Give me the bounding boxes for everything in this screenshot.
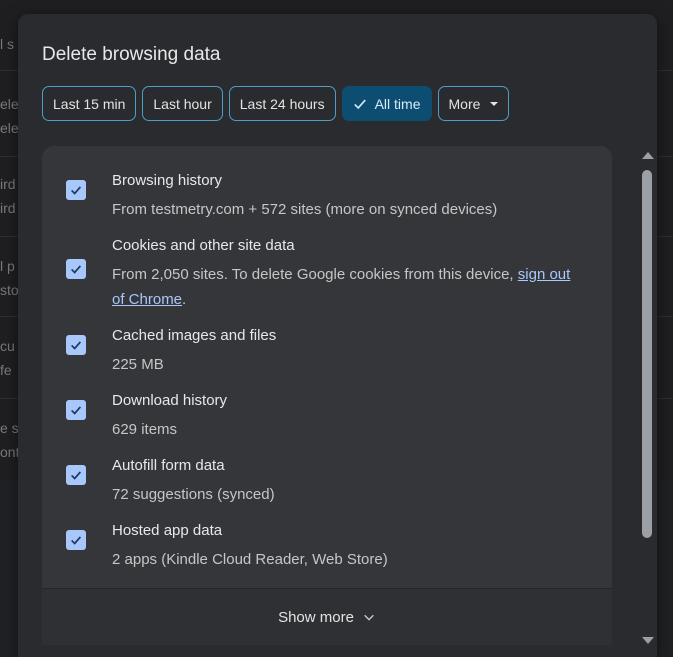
- chip-all-time[interactable]: All time: [341, 86, 432, 121]
- checkmark-icon: [71, 341, 82, 350]
- item-subtitle-end: .: [182, 291, 187, 308]
- item-title: Browsing history: [112, 172, 223, 189]
- checkmark-icon: [353, 99, 366, 109]
- background-text: ird: [0, 200, 16, 216]
- checkmark-icon: [71, 186, 82, 195]
- chip-label: More: [448, 95, 481, 112]
- download-history-checkbox[interactable]: [66, 400, 86, 420]
- browsing-history-checkbox[interactable]: [66, 180, 86, 200]
- chip-label: Last hour: [153, 95, 212, 112]
- chip-last-15-min[interactable]: Last 15 min: [42, 86, 137, 121]
- background-text: fe: [0, 362, 12, 378]
- cached-images-checkbox[interactable]: [66, 335, 86, 355]
- background-text: sto: [0, 282, 19, 298]
- item-subtitle-text: From 2,050 sites. To delete Google cooki…: [112, 266, 518, 283]
- background-text: ird: [0, 176, 16, 192]
- background-text: e s: [0, 420, 19, 436]
- checkmark-icon: [71, 536, 82, 545]
- item-subtitle: 2 apps (Kindle Cloud Reader, Web Store): [112, 551, 388, 568]
- autofill-checkbox[interactable]: [66, 465, 86, 485]
- background-text: cu: [0, 338, 15, 354]
- chip-more-dropdown[interactable]: More: [437, 86, 510, 121]
- chip-label: All time: [374, 95, 421, 112]
- item-subtitle: From testmetry.com + 572 sites (more on …: [112, 201, 498, 218]
- scroll-up-arrow-icon[interactable]: [642, 152, 654, 159]
- chip-last-hour[interactable]: Last hour: [142, 86, 223, 121]
- hosted-app-data-checkbox[interactable]: [66, 530, 86, 550]
- item-title: Cached images and files: [112, 327, 277, 344]
- item-subtitle: 72 suggestions (synced): [112, 486, 275, 503]
- item-subtitle: 225 MB: [112, 356, 164, 373]
- background-text: l p: [0, 258, 15, 274]
- item-title: Autofill form data: [112, 457, 225, 474]
- time-range-chips: Last 15 min Last hour Last 24 hours All …: [42, 86, 510, 121]
- show-more-label: Show more: [278, 608, 354, 626]
- data-types-list: Browsing history From testmetry.com + 57…: [42, 146, 612, 644]
- chevron-down-icon: [364, 614, 374, 621]
- checkmark-icon: [71, 406, 82, 415]
- item-subtitle: 629 items: [112, 421, 178, 438]
- scroll-down-arrow-icon[interactable]: [642, 637, 654, 644]
- background-text: l s: [0, 36, 14, 52]
- checkmark-icon: [71, 265, 82, 274]
- scrollbar-thumb[interactable]: [642, 170, 652, 538]
- chip-label: Last 15 min: [53, 95, 126, 112]
- dialog-title: Delete browsing data: [42, 44, 221, 65]
- scrollbar[interactable]: [640, 152, 654, 644]
- cookies-checkbox[interactable]: [66, 259, 86, 279]
- item-title: Hosted app data: [112, 522, 223, 539]
- item-subtitle: From 2,050 sites. To delete Google cooki…: [112, 262, 582, 312]
- item-title: Download history: [112, 392, 228, 409]
- item-title: Cookies and other site data: [112, 237, 295, 254]
- background-text: ont: [0, 444, 20, 460]
- chip-label: Last 24 hours: [239, 95, 325, 112]
- chip-last-24-hours[interactable]: Last 24 hours: [228, 86, 336, 121]
- caret-down-icon: [490, 101, 499, 106]
- show-more-button[interactable]: Show more: [42, 588, 612, 645]
- checkmark-icon: [71, 471, 82, 480]
